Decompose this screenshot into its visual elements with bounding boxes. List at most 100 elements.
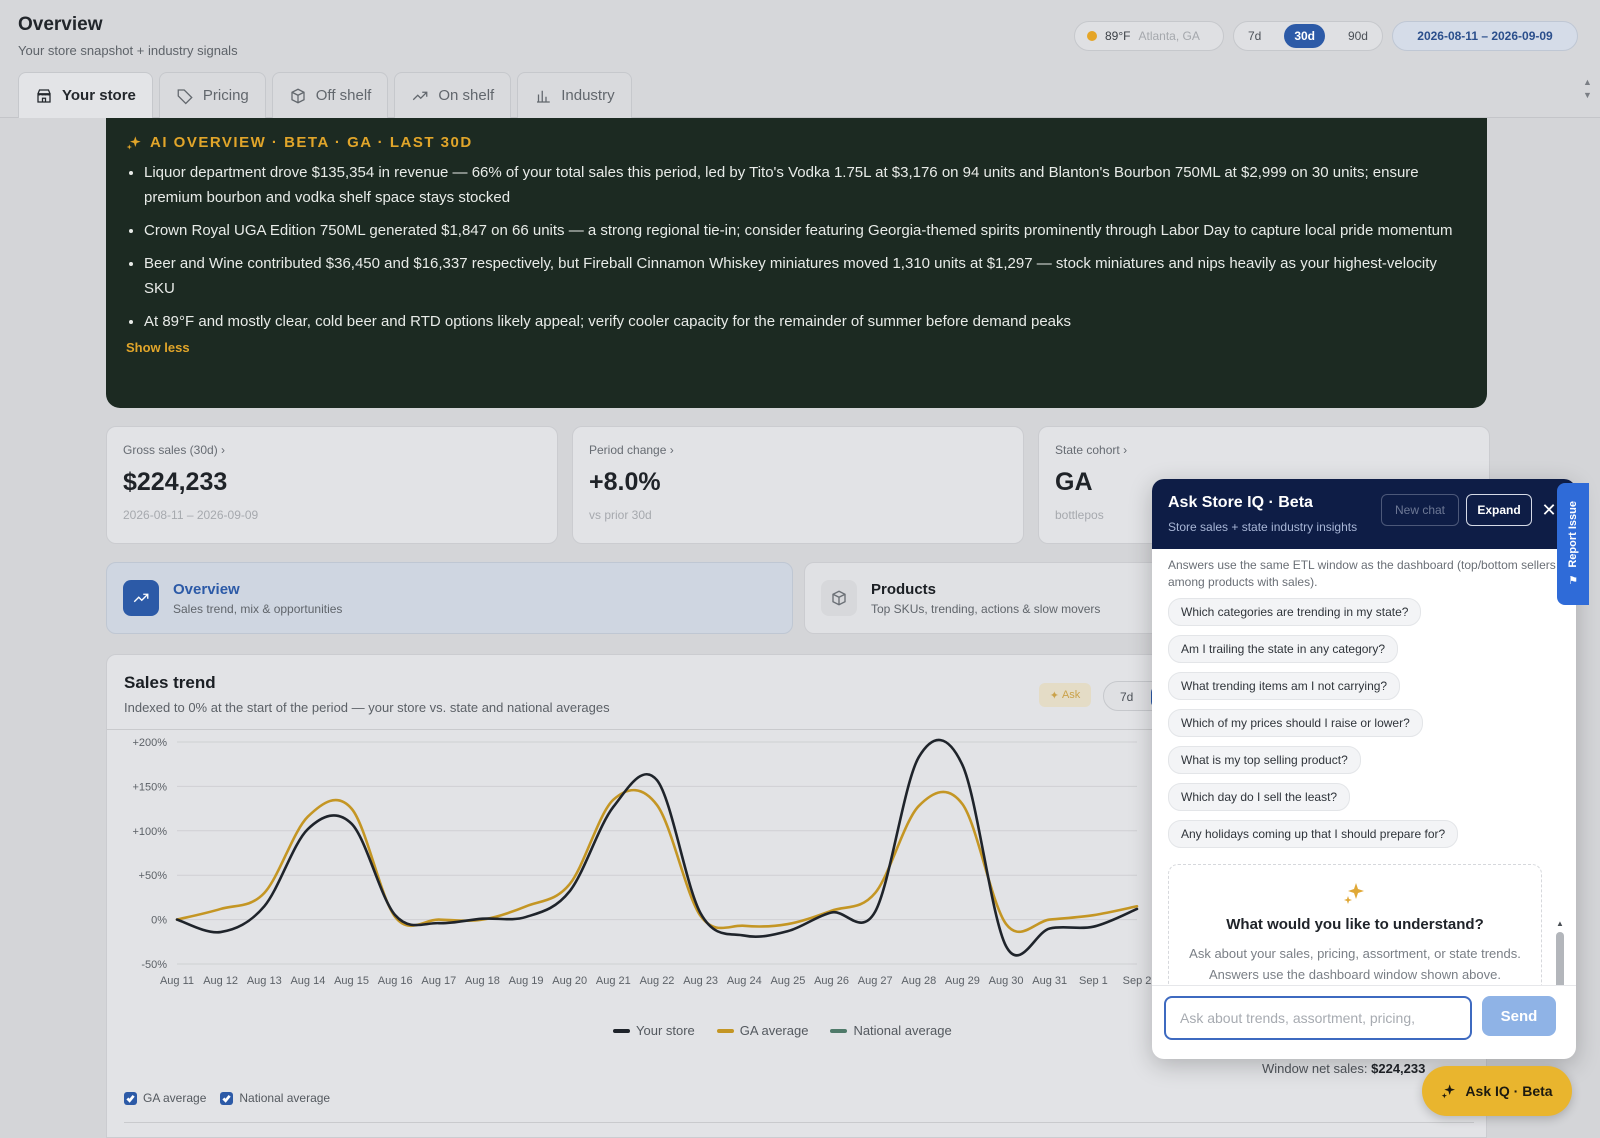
- section-overview[interactable]: Overview Sales trend, mix & opportunitie…: [106, 562, 793, 634]
- sparkle-icon: [1442, 1084, 1456, 1099]
- show-less-link[interactable]: Show less: [126, 340, 1467, 355]
- x-tick-label: Aug 25: [770, 975, 805, 987]
- toggle-national-average[interactable]: National average: [220, 1091, 330, 1105]
- legend-item[interactable]: GA average: [716, 1023, 808, 1038]
- top-header: Overview Your store snapshot + industry …: [0, 0, 1600, 118]
- weather-pill: 89°F Atlanta, GA: [1074, 21, 1224, 51]
- box-icon: [832, 590, 846, 606]
- x-tick-label: Aug 24: [727, 975, 762, 987]
- x-tick-label: Aug 15: [334, 975, 369, 987]
- ask-chip[interactable]: ✦ Ask: [1039, 683, 1091, 707]
- sparkle-icon: ✦: [1049, 689, 1059, 702]
- x-tick-label: Aug 30: [989, 975, 1024, 987]
- sales-trend-title: Sales trend: [124, 673, 216, 692]
- x-tick-label: Sep 2: [1123, 975, 1152, 987]
- range-selector: 7d 30d 90d: [1233, 21, 1383, 51]
- checkbox-checked-icon: [220, 1091, 234, 1105]
- ask-store-iq-panel: Ask Store IQ · Beta Store sales + state …: [1152, 479, 1576, 1059]
- close-icon[interactable]: ✕: [1540, 501, 1558, 519]
- date-range-button[interactable]: 2026-08-11 – 2026-09-09: [1392, 21, 1578, 51]
- flag-icon: ⚑: [1568, 574, 1578, 587]
- x-tick-label: Aug 26: [814, 975, 849, 987]
- chart-legend: Your store GA average National average: [613, 1023, 952, 1038]
- x-tick-label: Aug 23: [683, 975, 718, 987]
- panel-header: Ask Store IQ · Beta Store sales + state …: [1152, 479, 1576, 549]
- suggestion-chip[interactable]: Which day do I sell the least?: [1168, 783, 1351, 811]
- x-tick-label: Aug 31: [1032, 975, 1067, 987]
- expand-button[interactable]: Expand: [1466, 494, 1532, 526]
- tab-industry[interactable]: Industry: [517, 72, 632, 118]
- suggestion-chip[interactable]: Any holidays coming up that I should pre…: [1168, 820, 1459, 848]
- page-title: Overview: [18, 14, 103, 35]
- scroll-thumb[interactable]: [1556, 932, 1564, 985]
- tab-your-store[interactable]: Your store: [18, 72, 153, 118]
- suggestion-chip[interactable]: What trending items am I not carrying?: [1168, 672, 1401, 700]
- x-tick-label: Aug 11: [160, 975, 194, 987]
- ai-bullet: Beer and Wine contributed $36,450 and $1…: [144, 251, 1467, 301]
- chat-input[interactable]: [1164, 996, 1472, 1040]
- window-net-sales: Window net sales: $224,233: [1262, 1061, 1426, 1076]
- tab-on-shelf[interactable]: On shelf: [394, 72, 512, 118]
- x-tick-label: Aug 21: [596, 975, 631, 987]
- x-tick-label: Aug 19: [509, 975, 544, 987]
- scroll-up-icon[interactable]: ▲: [1555, 919, 1565, 928]
- legend-item[interactable]: Your store: [613, 1023, 695, 1038]
- kpi-period-change[interactable]: Period change › +8.0% vs prior 30d: [572, 426, 1024, 544]
- checkbox-checked-icon: [124, 1091, 137, 1105]
- x-tick-label: Sep 1: [1079, 975, 1108, 987]
- suggestion-chip[interactable]: Which categories are trending in my stat…: [1168, 598, 1422, 626]
- x-tick-label: Aug 14: [290, 975, 325, 987]
- x-tick-label: Aug 13: [247, 975, 282, 987]
- chevron-right-icon: ›: [669, 443, 674, 457]
- sun-icon: [1087, 31, 1097, 41]
- y-tick-label: +50%: [139, 870, 168, 882]
- ai-overview-title: AI OVERVIEW · BETA · GA · LAST 30D: [126, 134, 1467, 151]
- chevron-right-icon: ›: [1123, 443, 1128, 457]
- suggestion-list: Which categories are trending in my stat…: [1168, 598, 1560, 848]
- range-30d[interactable]: 30d: [1284, 24, 1325, 48]
- x-tick-label: Aug 17: [421, 975, 456, 987]
- toggle-ga-average[interactable]: GA average: [124, 1091, 206, 1105]
- ask-iq-fab[interactable]: Ask IQ · Beta: [1422, 1066, 1572, 1116]
- y-tick-label: +200%: [132, 737, 167, 749]
- series-toggles: GA average National average: [124, 1091, 330, 1105]
- x-tick-label: Aug 27: [858, 975, 893, 987]
- sparkle-icon: [1344, 883, 1364, 904]
- kpi-gross-sales[interactable]: Gross sales (30d) › $224,233 2026-08-11 …: [106, 426, 558, 544]
- x-tick-label: Aug 12: [203, 975, 238, 987]
- tab-pricing[interactable]: Pricing: [158, 72, 266, 118]
- chevron-right-icon: ›: [221, 443, 226, 457]
- box-icon: [291, 88, 305, 103]
- section-icon-box: [821, 580, 857, 616]
- chat-input-row: Send: [1152, 985, 1576, 1059]
- page-scroll-arrows[interactable]: ▲ ▼: [1583, 76, 1592, 102]
- suggestion-chip[interactable]: What is my top selling product?: [1168, 746, 1361, 774]
- ai-bullet: Liquor department drove $135,354 in reve…: [144, 160, 1467, 210]
- weather-location: Atlanta, GA: [1138, 29, 1200, 43]
- ai-bullet: At 89°F and mostly clear, cold beer and …: [144, 309, 1467, 334]
- tag-icon: [177, 88, 193, 104]
- x-tick-label: Aug 20: [552, 975, 587, 987]
- new-chat-button[interactable]: New chat: [1381, 494, 1459, 526]
- tab-off-shelf[interactable]: Off shelf: [271, 72, 389, 118]
- trend-up-icon: [133, 593, 149, 603]
- legend-item[interactable]: National average: [830, 1023, 952, 1038]
- range-90d[interactable]: 90d: [1338, 24, 1378, 48]
- y-tick-label: +150%: [132, 781, 167, 793]
- page-subtitle: Your store snapshot + industry signals: [18, 43, 238, 58]
- trend-up-icon: [413, 91, 428, 100]
- y-tick-label: +100%: [132, 826, 167, 838]
- kpi-value: $224,233: [123, 468, 228, 496]
- main-tabs: Your store Pricing Off shelf On shelf In…: [18, 72, 632, 118]
- report-issue-tab[interactable]: Report Issue ⚑: [1557, 483, 1589, 605]
- suggestion-chip[interactable]: Am I trailing the state in any category?: [1168, 635, 1399, 663]
- ai-overview-card: AI OVERVIEW · BETA · GA · LAST 30D Liquo…: [106, 118, 1487, 408]
- panel-scrollbar[interactable]: ▲ ▼: [1555, 919, 1565, 985]
- y-tick-label: 0%: [151, 915, 167, 927]
- sparkle-icon: [126, 135, 141, 150]
- suggestion-chip[interactable]: Which of my prices should I raise or low…: [1168, 709, 1423, 737]
- range-7d[interactable]: 7d: [1238, 24, 1271, 48]
- series-line-your-store: [175, 738, 1139, 957]
- empty-state-text: Ask about your sales, pricing, assortmen…: [1189, 946, 1521, 982]
- send-button[interactable]: Send: [1482, 996, 1556, 1036]
